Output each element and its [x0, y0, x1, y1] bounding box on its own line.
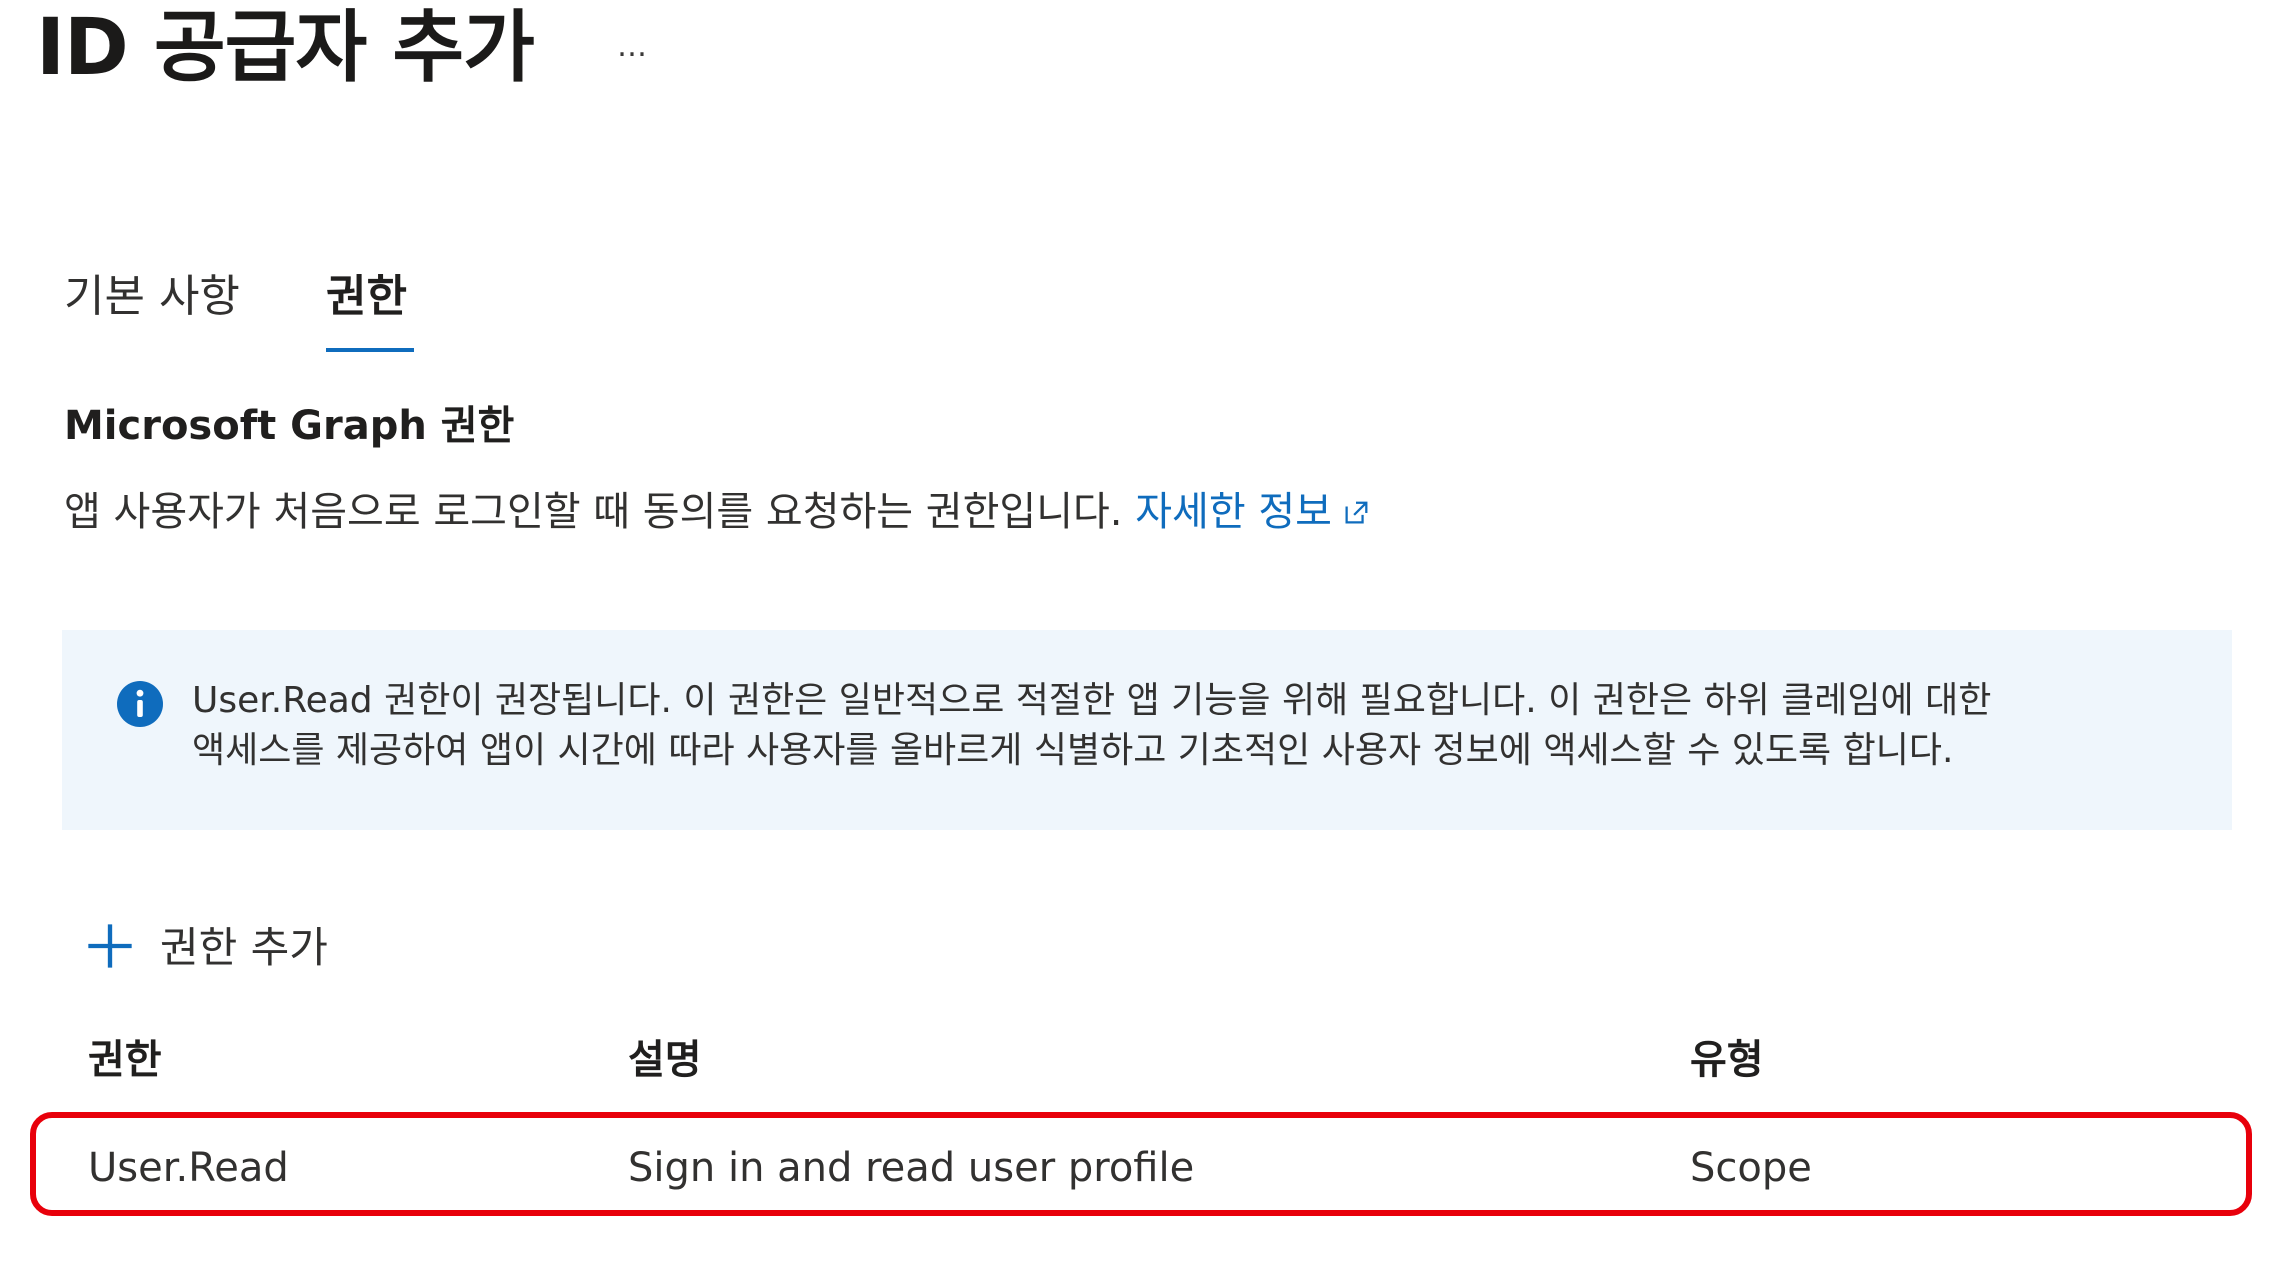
- page-title: ID 공급자 추가: [36, 3, 535, 93]
- external-link-icon: [1345, 501, 1368, 524]
- selected-tab-indicator: [326, 348, 414, 352]
- plus-icon: [88, 924, 132, 968]
- info-message-line: 액세스를 제공하여 앱이 시간에 따라 사용자를 올바르게 식별하고 기초적인 …: [192, 730, 1954, 771]
- table-cell-permission: User.Read: [88, 1145, 289, 1191]
- info-icon: [117, 681, 163, 727]
- add-permission-label: 권한 추가: [160, 923, 328, 972]
- learn-more-label: 자세한 정보: [1135, 489, 1332, 535]
- section-heading: Microsoft Graph 권한: [64, 403, 515, 449]
- table-cell-type: Scope: [1690, 1145, 1812, 1191]
- section-description: 앱 사용자가 처음으로 로그인할 때 동의를 요청하는 권한입니다. 자세한 정…: [64, 482, 1372, 542]
- tab-permissions[interactable]: 권한: [326, 262, 407, 332]
- column-header-description: 설명: [628, 1037, 702, 1083]
- add-permission-button[interactable]: 권한 추가: [84, 918, 328, 978]
- description-text: 앱 사용자가 처음으로 로그인할 때 동의를 요청하는 권한입니다.: [64, 489, 1123, 535]
- column-header-permission: 권한: [88, 1037, 162, 1083]
- info-message: User.Read 권한이 권장됩니다. 이 권한은 일반적으로 적절한 앱 기…: [192, 676, 2202, 776]
- learn-more-link[interactable]: 자세한 정보: [1135, 489, 1372, 535]
- table-cell-description: Sign in and read user profile: [628, 1145, 1195, 1191]
- tab-basics[interactable]: 기본 사항: [64, 262, 240, 332]
- info-message-line: User.Read 권한이 권장됩니다. 이 권한은 일반적으로 적절한 앱 기…: [192, 680, 1992, 721]
- column-header-type: 유형: [1690, 1037, 1764, 1083]
- more-options-button[interactable]: …: [608, 22, 656, 72]
